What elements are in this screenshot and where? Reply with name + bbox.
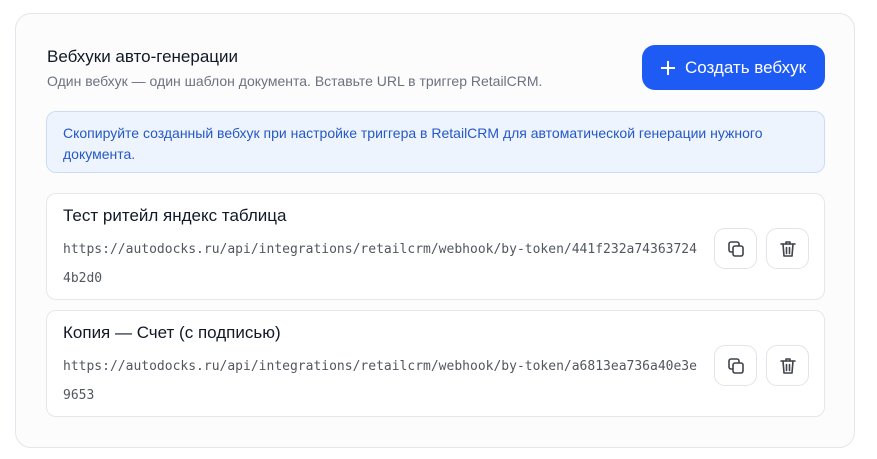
create-webhook-label: Создать вебхук <box>684 57 807 77</box>
copy-icon <box>726 356 746 376</box>
section-title: Вебхуки авто-генерации <box>47 47 239 66</box>
copy-webhook-button[interactable] <box>714 345 757 386</box>
trash-icon <box>778 356 798 376</box>
webhook-item: Тест ритейл яндекс таблица https://autod… <box>46 193 825 300</box>
webhook-url[interactable]: https://autodocks.ru/api/integrations/re… <box>63 352 703 410</box>
webhook-name: Копия — Счет (с подписью) <box>63 323 281 342</box>
delete-webhook-button[interactable] <box>766 228 809 269</box>
copy-icon <box>726 239 746 259</box>
copy-webhook-button[interactable] <box>714 228 757 269</box>
create-webhook-button[interactable]: Создать вебхук <box>642 45 825 90</box>
info-banner: Скопируйте созданный вебхук при настройк… <box>46 111 825 173</box>
trash-icon <box>778 239 798 259</box>
webhook-name: Тест ритейл яндекс таблица <box>63 206 287 225</box>
section-subtitle: Один вебхук — один шаблон документа. Вст… <box>47 73 543 89</box>
delete-webhook-button[interactable] <box>766 345 809 386</box>
webhook-url[interactable]: https://autodocks.ru/api/integrations/re… <box>63 235 703 293</box>
plus-icon <box>660 60 675 75</box>
webhooks-card: Вебхуки авто-генерации Один вебхук — оди… <box>15 13 855 448</box>
info-banner-text: Скопируйте созданный вебхук при настройк… <box>63 125 763 162</box>
webhook-item: Копия — Счет (с подписью) https://autodo… <box>46 310 825 417</box>
